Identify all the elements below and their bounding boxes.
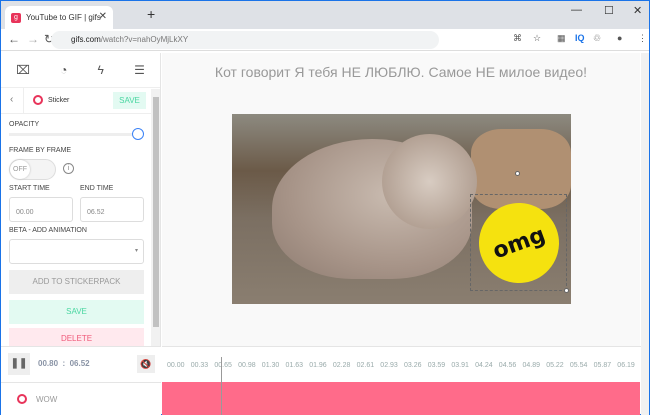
- tab-title: YouTube to GIF | gifs: [26, 13, 101, 22]
- timeline-tick: 01.30: [261, 362, 280, 369]
- sticker-layer-icon: [17, 394, 27, 404]
- chevron-down-icon: ▾: [134, 248, 138, 254]
- time-readout: 00.80 : 06.52: [38, 359, 90, 368]
- sidebar-scroll-thumb[interactable]: [153, 97, 159, 327]
- sidebar: ⌧ ◔ ϟ ☰ ‹ Sticker SAVE OPACITY FRAME BY …: [1, 53, 161, 346]
- opacity-slider[interactable]: [9, 133, 139, 136]
- extension2-icon[interactable]: ♲: [593, 33, 601, 44]
- pause-button[interactable]: ❚❚: [8, 353, 30, 375]
- layer-item[interactable]: WOW: [1, 382, 161, 415]
- omg-sticker[interactable]: omg: [467, 191, 571, 295]
- main-scrollbar[interactable]: [641, 53, 649, 415]
- animation-select[interactable]: ▾: [9, 239, 144, 264]
- forward-icon[interactable]: →: [27, 32, 39, 46]
- panel-title: Sticker: [48, 97, 70, 104]
- frame-by-frame-label: FRAME BY FRAME: [9, 147, 72, 154]
- tab-bar: g YouTube to GIF | gifs ✕ + — ☐ ✕: [1, 1, 649, 29]
- opacity-slider-handle[interactable]: [132, 128, 144, 140]
- save-button[interactable]: SAVE: [9, 300, 144, 324]
- url-host: gifs.com: [71, 35, 101, 44]
- opacity-label: OPACITY: [9, 121, 40, 128]
- video-preview[interactable]: omg: [232, 114, 571, 304]
- close-window-button[interactable]: ✕: [633, 4, 642, 17]
- timeline-tick: 05.54: [569, 362, 588, 369]
- animation-label: BETA - ADD ANIMATION: [9, 227, 87, 234]
- star-icon[interactable]: ☆: [533, 33, 541, 44]
- effects-tool-icon[interactable]: ϟ: [98, 63, 104, 77]
- end-time-label: END TIME: [80, 185, 114, 192]
- rotate-handle[interactable]: [515, 171, 520, 176]
- timeline-tick: 05.22: [546, 362, 564, 369]
- timeline-tick: 00.65: [214, 362, 232, 369]
- timeline-tick: 02.93: [380, 362, 398, 369]
- playhead[interactable]: [221, 357, 222, 415]
- delete-button[interactable]: DELETE: [9, 328, 144, 346]
- close-tab-icon[interactable]: ✕: [99, 11, 107, 22]
- timeline-tick: 05.87: [593, 362, 612, 369]
- layer-label: WOW: [36, 395, 58, 404]
- new-tab-button[interactable]: +: [147, 6, 155, 22]
- url-input[interactable]: gifs.com/watch?v=nahOyMjLkXY: [51, 31, 439, 49]
- timeline-tick: 04.56: [498, 362, 517, 369]
- tool-row: ⌧ ◔ ϟ ☰: [1, 53, 160, 88]
- end-time-input[interactable]: 06.52: [80, 197, 144, 222]
- back-chevron-icon[interactable]: ‹: [10, 94, 13, 105]
- editor-main: Кот говорит Я тебя НЕ ЛЮБЛЮ. Самое НЕ ми…: [162, 53, 640, 346]
- text-tool-icon[interactable]: ⌧: [16, 63, 30, 77]
- timeline-ruler[interactable]: 00.00 00.33 00.65 00.98 01.30 01.63 01.96 02.28…: [162, 346, 641, 382]
- sticker-tool-icon[interactable]: ◔: [60, 63, 67, 77]
- timeline-tick: 00.00: [167, 362, 185, 369]
- divider: [23, 88, 24, 114]
- info-icon[interactable]: i: [63, 163, 74, 174]
- menu-icon[interactable]: ⋮: [638, 33, 647, 44]
- save-small-button[interactable]: SAVE: [113, 92, 146, 109]
- timeline-tick: 01.63: [285, 362, 304, 369]
- maximize-button[interactable]: ☐: [604, 4, 614, 17]
- back-icon[interactable]: ←: [8, 32, 20, 46]
- add-to-stickerpack-button[interactable]: ADD TO STICKERPACK: [9, 270, 144, 294]
- playback-controls: ❚❚ 00.80 : 06.52 🔇: [1, 346, 161, 382]
- favicon-icon: g: [11, 12, 21, 23]
- iq-extension-icon[interactable]: IQ: [575, 33, 585, 43]
- timeline-tick: 03.59: [427, 362, 446, 369]
- timeline-tick: 04.24: [475, 362, 493, 369]
- url-path: /watch?v=nahOyMjLkXY: [100, 35, 189, 44]
- frame-by-frame-toggle[interactable]: OFF: [9, 159, 56, 180]
- start-time-label: START TIME: [9, 185, 50, 192]
- timeline-tick: 03.26: [404, 362, 422, 369]
- adjust-tool-icon[interactable]: ☰: [134, 63, 145, 77]
- sticker-track[interactable]: [162, 382, 640, 415]
- timeline-tick: 03.91: [451, 362, 469, 369]
- minimize-button[interactable]: —: [571, 4, 582, 16]
- video-title: Кот говорит Я тебя НЕ ЛЮБЛЮ. Самое НЕ ми…: [214, 64, 588, 80]
- timeline-tick: 02.28: [332, 362, 351, 369]
- mute-button[interactable]: 🔇: [137, 355, 155, 373]
- translate-icon[interactable]: ⌘: [513, 33, 522, 44]
- timeline-tick: 04.89: [522, 362, 541, 369]
- sticker-icon: [33, 95, 43, 105]
- sticker-selection-box[interactable]: omg: [467, 171, 571, 295]
- start-time-input[interactable]: 00.00: [9, 197, 73, 222]
- timeline-tick: 00.33: [190, 362, 209, 369]
- toggle-knob: OFF: [10, 160, 30, 179]
- sticker-header: ‹ Sticker SAVE: [1, 88, 160, 114]
- timeline-tick: 06.19: [617, 362, 635, 369]
- address-bar-row: ← → ↻ gifs.com/watch?v=nahOyMjLkXY ⌘ ☆ ▦…: [1, 29, 649, 51]
- extension-icon[interactable]: ▦: [557, 33, 566, 44]
- timeline-tick: 00.98: [238, 362, 256, 369]
- cat-head-image: [382, 134, 477, 229]
- timeline-tick: 02.61: [356, 362, 375, 369]
- browser-tab[interactable]: g YouTube to GIF | gifs ✕: [5, 6, 113, 29]
- resize-handle[interactable]: [564, 288, 569, 293]
- avatar-icon[interactable]: ●: [617, 33, 622, 43]
- timeline-tick: 01.96: [309, 362, 327, 369]
